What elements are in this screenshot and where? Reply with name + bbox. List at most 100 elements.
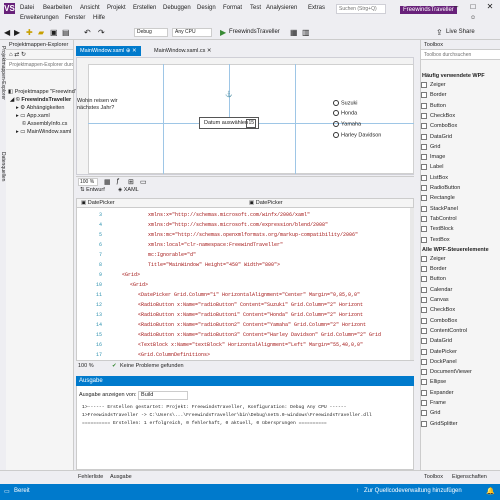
zoom-select[interactable]: 100 % — [78, 178, 98, 186]
code-line[interactable]: <TextBlock x:Name="textBlock" Horizontal… — [138, 340, 363, 350]
code-line[interactable]: <RadioButton x:Name="radioButton1" Conte… — [138, 310, 363, 320]
save-all-icon[interactable]: ▤ — [62, 28, 70, 37]
toolbox-item[interactable]: TabControl — [430, 215, 457, 223]
radio-honda[interactable]: Honda — [333, 110, 357, 117]
toolbox-item[interactable]: Grid — [430, 409, 440, 417]
refresh-icon[interactable]: ↻ — [21, 52, 26, 58]
close-icon[interactable]: ✕ — [484, 2, 496, 12]
toolbox-item[interactable]: ListBox — [430, 174, 448, 182]
editor-zoom-select[interactable]: 100 % — [78, 361, 94, 371]
radio-yamaha[interactable]: Yamaha — [333, 121, 361, 128]
collapse-icon[interactable]: ▸ — [16, 113, 19, 119]
code-line[interactable]: <Grid> — [122, 270, 140, 280]
tree-assemblyinfo[interactable]: © AssemblyInfo.cs — [22, 120, 67, 128]
margin-anchor-icon[interactable]: ⚓ — [225, 91, 232, 98]
toolbox-item[interactable]: Expander — [430, 389, 454, 397]
code-line[interactable]: xmlns:local="clr-namespace:FreewindTrave… — [148, 240, 283, 250]
menu-fenster[interactable]: Fenster — [65, 15, 85, 21]
live-share-icon[interactable]: ⇪ — [436, 28, 443, 37]
back-icon[interactable]: ◀ — [4, 28, 10, 37]
menu-extras[interactable]: Extras — [308, 5, 325, 11]
code-line[interactable]: xmlns:mc="http://schemas.openxmlformats.… — [148, 230, 358, 240]
menu-analysieren[interactable]: Analysieren — [266, 5, 297, 11]
tree-project[interactable]: ◢ © FreewindsTraveller — [10, 96, 71, 104]
code-line[interactable]: mc:Ignorable="d" — [148, 250, 196, 260]
code-line[interactable]: <DatePicker Grid.Column="1" HorizontalAl… — [138, 290, 360, 300]
radio-suzuki[interactable]: Suzuki — [333, 100, 358, 107]
tab-close-icon[interactable]: ✕ — [207, 48, 212, 54]
menu-datei[interactable]: Datei — [20, 5, 34, 11]
radio-harley[interactable]: Harley Davidson — [333, 132, 381, 139]
toolbox-item[interactable]: GridSplitter — [430, 420, 458, 428]
code-line[interactable]: Title="MainWindow" Height="450" Width="8… — [148, 260, 280, 270]
code-line[interactable]: <RadioButton x:Name="radioButton2" Conte… — [138, 320, 366, 330]
code-line[interactable]: <RadioButton x:Name="radioButton" Conten… — [138, 300, 363, 310]
toolbox-item[interactable]: TextBlock — [430, 225, 454, 233]
xaml-nav-right[interactable]: ▣ DatePicker — [249, 200, 283, 206]
toolbox-item[interactable]: Grid — [430, 143, 440, 151]
redo-icon[interactable]: ↷ — [98, 28, 105, 37]
toolbox-item[interactable]: ComboBox — [430, 317, 457, 325]
toolbox-item[interactable]: DockPanel — [430, 358, 457, 366]
notifications-icon[interactable]: 🔔 — [486, 487, 495, 495]
toolbox-item[interactable]: ComboBox — [430, 122, 457, 130]
layout-icon[interactable]: ▭ — [140, 178, 147, 186]
tab-properties[interactable]: Eigenschaften — [452, 474, 487, 480]
toolbox-item[interactable]: DataGrid — [430, 337, 452, 345]
start-icon[interactable]: ▶ — [220, 28, 226, 37]
calendar-icon[interactable]: 15 — [246, 119, 256, 128]
save-icon[interactable]: ▣ — [50, 28, 58, 37]
search-input[interactable]: Suchen (Strg+Q) — [336, 4, 386, 14]
toolbar-extra-icon[interactable]: ▦ — [290, 28, 298, 37]
menu-ansicht[interactable]: Ansicht — [80, 5, 100, 11]
menu-erstellen[interactable]: Erstellen — [133, 5, 156, 11]
tab-toolbox[interactable]: Toolbox — [424, 474, 443, 480]
menu-hilfe[interactable]: Hilfe — [93, 15, 105, 21]
sync-icon[interactable]: ⇄ — [14, 52, 19, 58]
textblock-label[interactable]: Wohin reisen wir nächstes Jahr? — [77, 98, 118, 112]
design-tab[interactable]: ⇅ Entwurf — [80, 187, 105, 193]
solution-search-input[interactable]: Projektmappen-Explorer durchsuchen — [6, 60, 73, 70]
toolbox-item[interactable]: CheckBox — [430, 112, 455, 120]
tab-mainwindow-cs[interactable]: MainWindow.xaml.cs ✕ — [150, 46, 216, 56]
toolbox-item[interactable]: Calendar — [430, 286, 452, 294]
toolbox-item[interactable]: Border — [430, 91, 447, 99]
toolbox-item[interactable]: RadioButton — [430, 184, 460, 192]
xaml-nav-left[interactable]: ▣ DatePicker — [81, 200, 115, 206]
toolbox-item[interactable]: Image — [430, 153, 445, 161]
configuration-select[interactable]: Debug — [134, 28, 168, 37]
toolbox-item[interactable]: Zeiger — [430, 81, 446, 89]
live-share-button[interactable]: Live Share — [446, 29, 475, 35]
tab-mainwindow-xaml[interactable]: MainWindow.xaml ⊕ ✕ — [76, 46, 141, 56]
datepicker-control[interactable]: Datum auswählen 15 — [199, 117, 259, 129]
toolbox-item[interactable]: Border — [430, 265, 447, 273]
add-to-source-control[interactable]: Zur Quellcodeverwaltung hinzufügen — [364, 488, 462, 494]
account-icon[interactable]: ☺ — [470, 15, 476, 21]
code-line[interactable]: <Grid.ColumnDefinitions> — [138, 350, 210, 360]
open-folder-icon[interactable]: ▰ — [38, 28, 44, 37]
toolbox-search-input[interactable]: Toolbox durchsuchen — [421, 50, 500, 60]
tree-app-xaml[interactable]: ▸ ▭ App.xaml — [16, 112, 50, 120]
toolbox-item[interactable]: Button — [430, 275, 446, 283]
tab-close-icon[interactable]: ✕ — [132, 48, 137, 54]
menu-format[interactable]: Format — [223, 5, 242, 11]
toolbox-item[interactable]: Label — [430, 163, 443, 171]
toolbox-item[interactable]: Ellipse — [430, 378, 446, 386]
undo-icon[interactable]: ↶ — [84, 28, 91, 37]
expand-icon[interactable]: ◢ — [10, 97, 14, 103]
code-line[interactable]: <RadioButton x:Name="radioButton3" Conte… — [138, 330, 381, 340]
platform-select[interactable]: Any CPU — [172, 28, 212, 37]
menu-test[interactable]: Test — [250, 5, 261, 11]
toolbox-item[interactable]: Button — [430, 102, 446, 110]
tab-error-list[interactable]: Fehlerliste — [78, 474, 103, 480]
minimize-icon[interactable]: – — [450, 2, 462, 12]
toolbox-item[interactable]: DocumentViewer — [430, 368, 472, 376]
pin-icon[interactable]: ⊕ — [126, 48, 131, 54]
menu-erweiterungen[interactable]: Erweiterungen — [20, 15, 59, 21]
xaml-tab[interactable]: ◈ XAML — [118, 187, 139, 193]
toolbox-item[interactable]: DatePicker — [430, 348, 457, 356]
tab-output[interactable]: Ausgabe — [110, 474, 132, 480]
snap-icon[interactable]: ⊞ — [128, 178, 134, 186]
maximize-icon[interactable]: □ — [467, 2, 479, 12]
toolbox-category-all[interactable]: Alle WPF-Steuerelemente — [422, 246, 489, 254]
